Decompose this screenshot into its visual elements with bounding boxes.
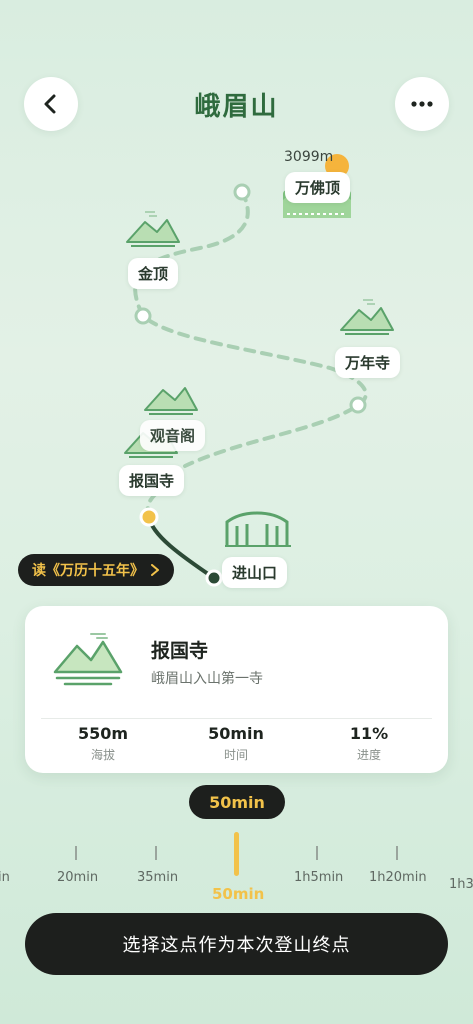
stop-label-wannian[interactable]: 万年寺 <box>335 347 401 378</box>
summit-label[interactable]: 万佛顶 <box>285 172 351 203</box>
more-button[interactable] <box>395 77 449 131</box>
stat-value: 50min <box>208 724 264 743</box>
read-book-label: 读《万历十五年》 <box>32 563 144 579</box>
stat-time: 50min 时间 <box>176 724 296 763</box>
timeline-tick <box>155 846 157 860</box>
stop-label-start[interactable]: 进山口 <box>222 557 288 588</box>
stat-value: 550m <box>77 724 129 743</box>
waypoint-summit <box>233 183 251 201</box>
stat-label: 时间 <box>223 748 248 762</box>
timeline-tick <box>316 846 318 860</box>
confirm-endpoint-button[interactable]: 选择这点作为本次登山终点 <box>25 913 448 975</box>
stat-progress: 11% 进度 <box>309 724 429 763</box>
timeline-tick-label[interactable]: 35min <box>137 870 178 885</box>
waypoint-start <box>205 569 223 587</box>
timeline-tick-label[interactable]: 1h20min <box>369 870 427 885</box>
stat-label: 海拔 <box>90 748 115 762</box>
stop-info-card: 报国寺 峨眉山入山第一寺 550m 海拔 50min 时间 11% 进度 <box>25 606 448 773</box>
stop-subtitle: 峨眉山入山第一寺 <box>151 671 263 687</box>
summit-altitude: 3099m <box>284 149 334 165</box>
mountain-icon <box>53 633 123 686</box>
current-time-pill: 50min <box>189 785 285 819</box>
trail-map <box>124 154 394 587</box>
mountain-icon-jinding <box>126 211 180 247</box>
timeline-tick-label[interactable]: 1h5min <box>294 870 343 885</box>
timeline-tick-label[interactable]: 20min <box>57 870 98 885</box>
waypoint-jinding <box>134 307 152 325</box>
gate-icon <box>225 511 291 547</box>
stop-label-baoguo[interactable]: 报国寺 <box>119 465 185 496</box>
timeline-tick <box>75 846 77 860</box>
stat-altitude: 550m 海拔 <box>43 724 163 763</box>
more-horizontal-icon <box>411 101 433 107</box>
waypoint-current <box>139 507 159 527</box>
timeline-tick-label: in <box>0 870 10 885</box>
timeline-tick-label[interactable]: 1h3 <box>449 877 473 892</box>
waypoint-wannian <box>349 396 367 414</box>
mountain-icon-wannian <box>340 299 394 335</box>
stop-title: 报国寺 <box>151 640 209 662</box>
divider <box>41 718 432 719</box>
stat-label: 进度 <box>356 748 381 762</box>
stat-value: 11% <box>349 724 389 743</box>
timeline-active-tick <box>234 832 239 876</box>
mountain-icon-guanyin <box>144 387 198 415</box>
timeline-tick <box>396 846 398 860</box>
chevron-right-icon <box>151 564 159 576</box>
timeline-active-label[interactable]: 50min <box>212 885 264 903</box>
stop-label-jinding[interactable]: 金顶 <box>128 258 179 289</box>
stop-label-guanyin[interactable]: 观音阁 <box>140 420 206 451</box>
read-book-button[interactable]: 读《万历十五年》 <box>18 554 174 586</box>
